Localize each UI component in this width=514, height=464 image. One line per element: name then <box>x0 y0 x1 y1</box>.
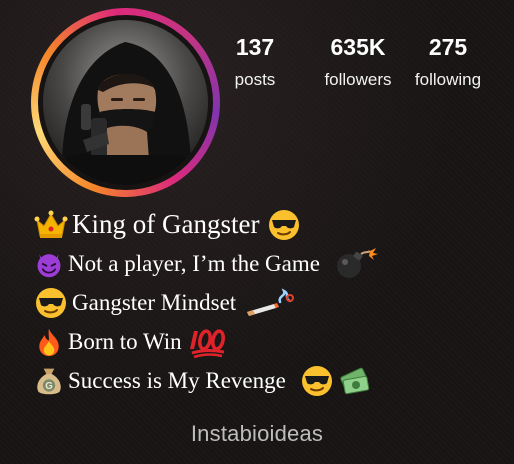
bio: King of Gangster Not a player, I’m the G… <box>34 205 504 400</box>
sunglasses-face-icon <box>269 209 300 240</box>
hooded-person-photo <box>43 20 208 185</box>
watermark-text: Instabioideas <box>190 421 324 446</box>
bio-line: G Success is My Revenge <box>34 361 504 400</box>
story-ring[interactable] <box>31 8 220 197</box>
bomb-icon <box>336 247 378 278</box>
stat-posts[interactable]: 137 posts <box>222 32 288 92</box>
posts-label: posts <box>234 70 276 89</box>
smiling-devil-icon <box>37 253 61 277</box>
bio-text: Success is My Revenge <box>68 367 286 393</box>
stat-followers[interactable]: 635K followers <box>308 32 408 92</box>
avatar[interactable] <box>43 20 208 185</box>
svg-text:G: G <box>45 380 53 391</box>
following-count: 275 <box>428 34 468 60</box>
money-bag-icon: G <box>37 368 61 394</box>
bio-text: Gangster Mindset <box>72 289 237 315</box>
bio-text: King of Gangster <box>72 209 260 239</box>
following-label: following <box>414 70 482 89</box>
posts-count: 137 <box>235 34 275 60</box>
followers-count: 635K <box>330 34 386 60</box>
hundred-points-icon <box>189 328 225 358</box>
bio-text: Born to Win <box>68 328 182 354</box>
fire-icon <box>39 328 59 356</box>
profile-screen: 137 posts 635K followers 275 following K… <box>0 0 514 464</box>
sunglasses-face-icon <box>301 365 332 396</box>
crown-icon <box>34 210 68 238</box>
bio-text: Not a player, I’m the Game <box>68 250 320 276</box>
bio-line: Gangster Mindset <box>34 283 504 322</box>
bio-line: Born to Win <box>34 322 504 361</box>
bio-line: King of Gangster <box>34 205 504 244</box>
sunglasses-face-icon <box>36 287 66 318</box>
money-stack-icon <box>340 367 370 394</box>
stat-following[interactable]: 275 following <box>405 32 491 92</box>
followers-label: followers <box>324 70 392 89</box>
bio-line: Not a player, I’m the Game <box>34 244 504 283</box>
cigarette-smoke-icon <box>247 287 295 316</box>
